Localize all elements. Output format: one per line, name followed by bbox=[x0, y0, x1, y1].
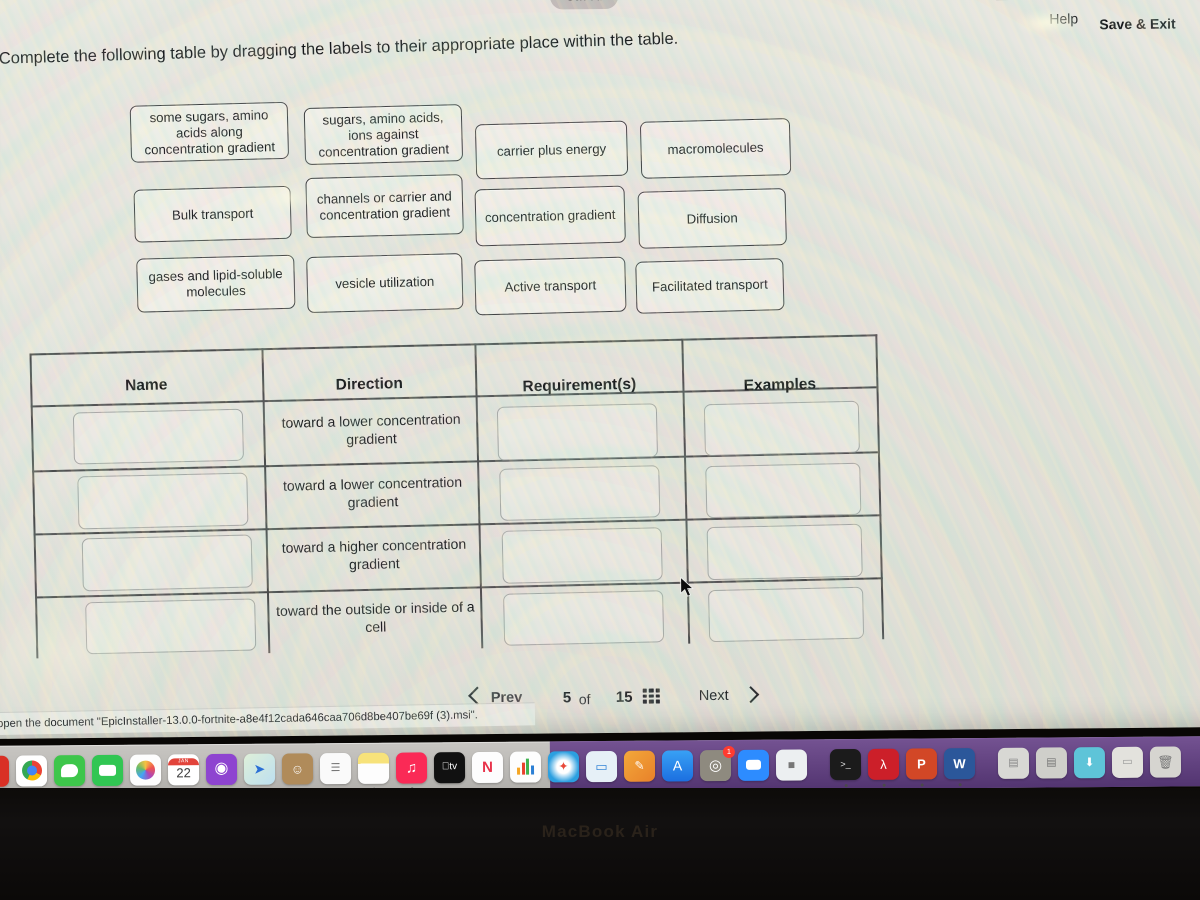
draggable-label[interactable]: gases and lipid-soluble molecules bbox=[136, 254, 296, 313]
dock-app-store-icon[interactable]: A bbox=[661, 749, 694, 782]
running-indicator-dot bbox=[958, 782, 962, 786]
dropzone-requirements-row-4[interactable] bbox=[503, 590, 665, 646]
running-indicator-dot bbox=[882, 783, 886, 787]
draggable-label[interactable]: vesicle utilization bbox=[306, 253, 464, 314]
dropzone-name-row-1[interactable] bbox=[72, 408, 244, 465]
column-header-name: Name bbox=[124, 376, 168, 395]
next-button[interactable]: Next bbox=[699, 688, 729, 704]
dock-zoom-icon[interactable] bbox=[737, 749, 770, 781]
draggable-label[interactable]: Active transport bbox=[474, 256, 627, 316]
running-indicator-dot bbox=[844, 783, 848, 787]
draggable-label[interactable]: carrier plus energy bbox=[474, 120, 629, 180]
label-text: vesicle utilization bbox=[335, 273, 435, 292]
dock-photos-icon[interactable] bbox=[129, 753, 162, 786]
dock-discord-like-icon[interactable]: ◎ 1 bbox=[699, 745, 735, 781]
label-text: sugars, amino acids, ions against concen… bbox=[318, 109, 450, 160]
column-header-examples: Examples bbox=[743, 375, 817, 395]
dock-maps-icon[interactable]: ➤ bbox=[243, 753, 276, 792]
dock-downloads-folder-icon[interactable]: ⬇ bbox=[1073, 746, 1106, 778]
column-header-direction: Direction bbox=[335, 375, 404, 394]
cell-direction-row-3: toward a higher concentration gradient bbox=[281, 535, 467, 573]
answer-table: Name Direction Requirement(s) Examples t… bbox=[29, 334, 886, 659]
label-bank: some sugars, amino acids along concentra… bbox=[0, 0, 1189, 354]
draggable-label[interactable]: concentration gradient bbox=[474, 185, 626, 247]
dropzone-requirements-row-2[interactable] bbox=[499, 465, 661, 521]
running-indicator-dot bbox=[920, 782, 924, 787]
dock-numbers-icon[interactable] bbox=[509, 750, 542, 783]
dock-safari-icon[interactable]: ✦ bbox=[547, 750, 580, 782]
laptop-photo: Saved Help Save & Exit Complete the foll… bbox=[0, 0, 1200, 900]
dock-trash-icon[interactable]: 🗑 bbox=[1149, 745, 1182, 778]
notification-badge: 1 bbox=[722, 745, 735, 758]
laptop-screen: Saved Help Save & Exit Complete the foll… bbox=[0, 0, 1200, 739]
macos-dock: A JAN 22 ◉ ➤ bbox=[0, 736, 1200, 796]
download-notification-bar[interactable]: n to open the document "EpicInstaller-13… bbox=[0, 702, 536, 736]
dock-facetime-icon[interactable] bbox=[91, 754, 124, 786]
label-text: carrier plus energy bbox=[496, 140, 607, 159]
draggable-label[interactable]: Diffusion bbox=[637, 188, 787, 249]
next-chevron-icon[interactable] bbox=[742, 686, 760, 704]
dock-news-icon[interactable]: N bbox=[471, 751, 504, 783]
dock-calendar-icon[interactable]: JAN 22 bbox=[167, 753, 200, 785]
dropzone-requirements-row-3[interactable] bbox=[501, 527, 663, 584]
draggable-label[interactable]: Facilitated transport bbox=[635, 258, 785, 314]
label-text: macromolecules bbox=[667, 139, 764, 157]
cell-direction-row-4: toward the outside or inside of a cell bbox=[275, 598, 475, 635]
page-of-label: of bbox=[578, 691, 591, 708]
dock-roblox-icon[interactable]: ◼ bbox=[775, 748, 808, 781]
table-border-left bbox=[29, 353, 38, 659]
draggable-label[interactable]: sugars, amino acids, ions against concen… bbox=[303, 104, 464, 166]
dock-podcasts-icon[interactable]: ◉ bbox=[205, 753, 238, 785]
dropzone-examples-row-2[interactable] bbox=[705, 462, 862, 519]
macbook-wordmark: MacBook Air bbox=[541, 822, 659, 841]
draggable-label[interactable]: macromolecules bbox=[639, 118, 792, 179]
label-text: gases and lipid-soluble molecules bbox=[148, 266, 283, 300]
dock-icon-list: A JAN 22 ◉ ➤ bbox=[0, 745, 1182, 793]
dock-messages-icon[interactable] bbox=[53, 754, 86, 793]
dock-reminders-icon[interactable]: ☰ bbox=[319, 752, 352, 784]
grid-view-icon[interactable] bbox=[642, 688, 660, 704]
label-text: Diffusion bbox=[686, 209, 738, 227]
dock-powerpoint-icon[interactable]: P bbox=[905, 747, 938, 787]
dock-apple-tv-icon[interactable]: tv bbox=[433, 751, 466, 783]
dock-document-file-2-icon[interactable]: ▤ bbox=[1035, 746, 1068, 779]
dropzone-name-row-3[interactable] bbox=[81, 534, 253, 592]
dropzone-name-row-4[interactable] bbox=[85, 598, 257, 655]
label-text: Facilitated transport bbox=[651, 276, 768, 295]
dock-terminal-icon[interactable]: >_ bbox=[829, 748, 862, 787]
dock-notes-icon[interactable] bbox=[357, 752, 390, 791]
dropzone-requirements-row-1[interactable] bbox=[496, 403, 658, 461]
dock-google-chrome-icon[interactable] bbox=[15, 754, 48, 793]
column-header-requirements: Requirement(s) bbox=[522, 375, 637, 396]
quiz-page: Saved Help Save & Exit Complete the foll… bbox=[0, 0, 1200, 739]
current-page: 5 bbox=[562, 689, 572, 707]
cell-direction-row-1: toward a lower concentration gradient bbox=[281, 410, 461, 448]
dropzone-examples-row-4[interactable] bbox=[708, 586, 865, 643]
label-text: channels or carrier and concentration gr… bbox=[316, 188, 452, 223]
dock-word-icon[interactable]: W bbox=[943, 747, 976, 786]
draggable-label[interactable]: channels or carrier and concentration gr… bbox=[305, 174, 464, 239]
dropzone-examples-row-1[interactable] bbox=[703, 400, 860, 457]
dock-adobe-acrobat-icon[interactable]: λ bbox=[867, 748, 900, 787]
laptop-bottom-bezel bbox=[0, 788, 1200, 900]
total-pages: 15 bbox=[615, 688, 633, 706]
label-text: Active transport bbox=[504, 276, 597, 295]
table-border-right bbox=[875, 334, 884, 640]
label-text: Bulk transport bbox=[171, 205, 254, 223]
dock-app-store-red-icon[interactable]: A bbox=[0, 755, 10, 787]
dropzone-name-row-2[interactable] bbox=[77, 472, 249, 530]
dock-screenshot-file-icon[interactable]: ▭ bbox=[1111, 746, 1144, 778]
label-text: some sugars, amino acids along concentra… bbox=[144, 106, 276, 157]
draggable-label[interactable]: Bulk transport bbox=[133, 185, 292, 243]
dock-keynote-icon[interactable]: ▭ bbox=[585, 750, 618, 782]
dock-document-file-1-icon[interactable]: ▤ bbox=[997, 747, 1030, 779]
dropzone-examples-row-3[interactable] bbox=[706, 523, 863, 581]
dock-contacts-icon[interactable]: ☺ bbox=[281, 752, 314, 785]
dock-music-icon[interactable]: ♫ bbox=[395, 751, 428, 791]
label-text: concentration gradient bbox=[484, 206, 616, 225]
dock-pages-icon[interactable]: ✎ bbox=[623, 750, 656, 782]
draggable-label[interactable]: some sugars, amino acids along concentra… bbox=[129, 101, 290, 163]
cell-direction-row-2: toward a lower concentration gradient bbox=[282, 473, 463, 511]
